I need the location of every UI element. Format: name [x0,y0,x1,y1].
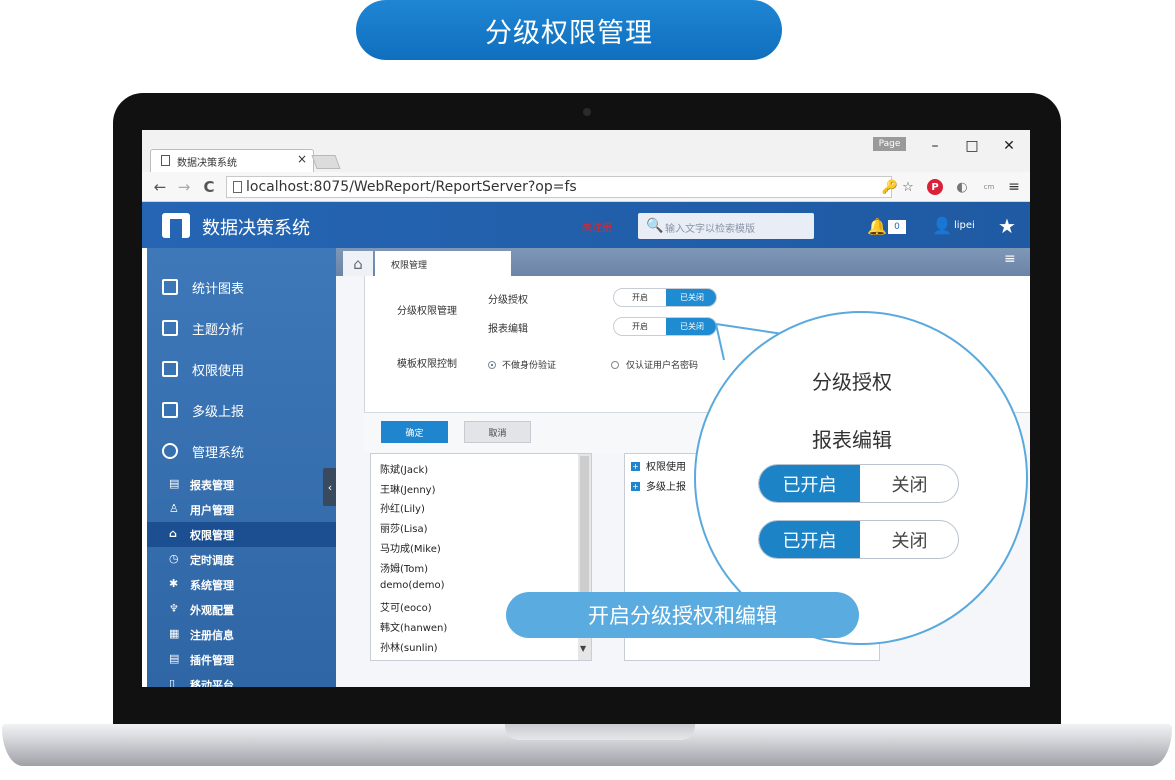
close-option: 关闭 [891,474,928,496]
caption: 开启分级授权和编辑 [506,592,859,638]
magnified-grade-auth-toggle: 已开启 关闭 [758,464,959,503]
magnified-report-edit-label: 报表编辑 [812,428,892,452]
magnified-grade-auth-label: 分级授权 [812,370,892,394]
close-option: 关闭 [891,530,928,552]
opened-option: 已开启 [759,521,860,558]
opened-option: 已开启 [759,465,860,502]
magnified-report-edit-toggle: 已开启 关闭 [758,520,959,559]
